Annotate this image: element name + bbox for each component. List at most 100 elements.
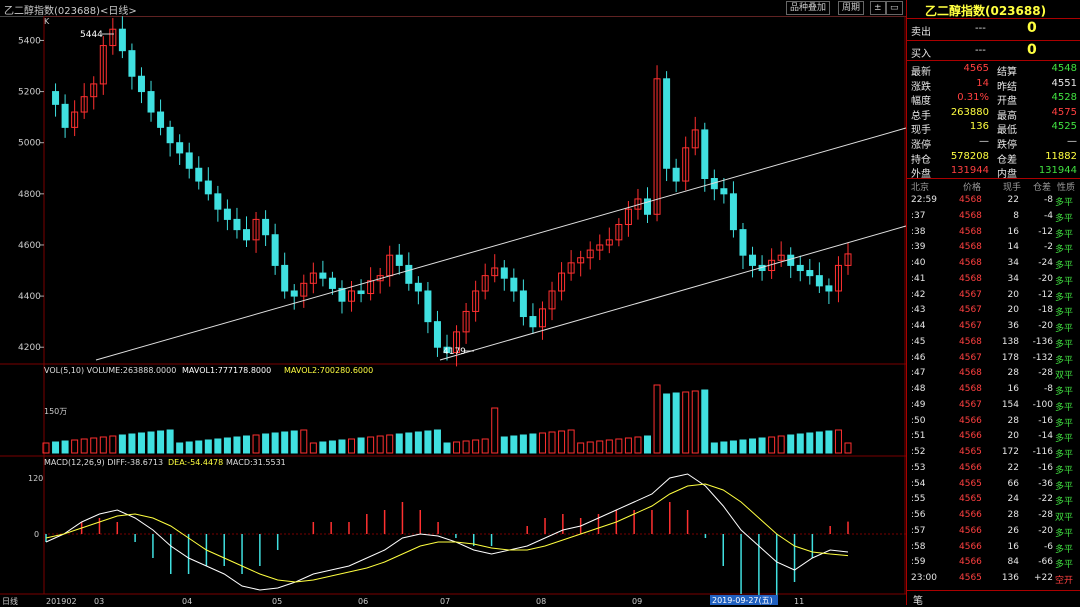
panel-title-bar: 乙二醇指数(023688) xyxy=(907,0,1080,19)
volume-bar xyxy=(720,441,728,454)
tick-price: 4568 xyxy=(959,195,982,205)
tick-time: :58 xyxy=(911,541,926,552)
tick-row[interactable]: 23:00 4565 136 +22 空开 xyxy=(907,571,1080,587)
zoom-button[interactable]: ± xyxy=(870,1,886,15)
tick-row[interactable]: :56 4566 28 -28 双平 xyxy=(907,508,1080,524)
tick-row[interactable]: :59 4566 84 -66 多平 xyxy=(907,555,1080,571)
tick-row[interactable]: :41 4568 34 -20 多平 xyxy=(907,272,1080,288)
candle-body xyxy=(128,50,136,77)
tick-row[interactable]: :54 4565 66 -36 多平 xyxy=(907,477,1080,493)
tick-oi-change: -16 xyxy=(1038,415,1053,426)
stats-row: 持仓 578208 仓差 11882 xyxy=(907,150,1080,166)
layout-button[interactable]: ▭ xyxy=(886,1,903,15)
stat-value: 578208 xyxy=(950,150,989,162)
tick-price: 4566 xyxy=(959,541,982,552)
volume-bar xyxy=(624,437,632,454)
tick-header-cell: 仓差 xyxy=(1033,183,1052,193)
volume-bar xyxy=(682,391,690,454)
stat-value: 4565 xyxy=(963,63,989,74)
volume-bar xyxy=(281,431,289,454)
tick-row[interactable]: :39 4568 14 -2 多平 xyxy=(907,240,1080,256)
date-label: 09 xyxy=(632,597,642,605)
tick-row[interactable]: :50 4566 28 -16 多平 xyxy=(907,414,1080,430)
tick-row[interactable]: :51 4566 20 -14 多平 xyxy=(907,429,1080,445)
volume-bar xyxy=(691,390,699,454)
kline-chart[interactable]: K 5400 5200 5000 4800 4600 4400 4200 5444 4179… xyxy=(0,16,906,605)
tick-price: 4567 xyxy=(959,289,982,300)
candle-body xyxy=(204,180,212,195)
tick-row[interactable]: :58 4566 16 -6 多平 xyxy=(907,540,1080,556)
tick-row[interactable]: :52 4565 172 -116 多平 xyxy=(907,445,1080,461)
candle-body xyxy=(720,188,728,195)
tick-time: :59 xyxy=(911,557,926,568)
high-label: 5444 xyxy=(80,30,103,40)
volume-bar xyxy=(195,440,203,454)
tick-row[interactable]: :45 4568 138 -136 多平 xyxy=(907,335,1080,351)
tick-oi-change: -20 xyxy=(1038,321,1053,331)
tick-nature: 多平 xyxy=(1055,339,1074,350)
tick-row[interactable]: :46 4567 178 -132 多平 xyxy=(907,351,1080,367)
tick-oi-change: -4 xyxy=(1044,210,1053,221)
tick-row[interactable]: :37 4568 8 -4 多平 xyxy=(907,209,1080,225)
volume-bar xyxy=(615,438,623,454)
sell-volume: 0 xyxy=(1027,20,1037,36)
volume-bar xyxy=(596,440,604,454)
tick-oi-change: -12 xyxy=(1038,226,1053,237)
tick-time: :55 xyxy=(911,494,926,505)
candle-body xyxy=(223,208,231,220)
date-label: 08 xyxy=(536,597,546,605)
tick-header-cell: 价格 xyxy=(963,183,982,193)
tick-row[interactable]: :55 4565 24 -22 多平 xyxy=(907,492,1080,508)
tick-row[interactable]: :48 4568 16 -8 多平 xyxy=(907,382,1080,398)
volume-bar xyxy=(739,439,747,454)
date-label: 03 xyxy=(94,597,104,605)
tick-nature: 空开 xyxy=(1055,576,1074,586)
candle-body xyxy=(195,167,203,182)
tick-row[interactable]: :44 4567 36 -20 多平 xyxy=(907,319,1080,335)
window-title-bar: 乙二醇指数(023688)<日线> 品种叠加 周期 ± ▭ xyxy=(0,0,906,17)
tick-time: :45 xyxy=(911,336,926,347)
tick-row[interactable]: :42 4567 20 -12 多平 xyxy=(907,288,1080,304)
candle-body xyxy=(147,91,155,113)
cursor-date: 2019-09-27(五) xyxy=(712,596,773,605)
volume-bar xyxy=(71,439,79,454)
tick-price: 4568 xyxy=(959,273,982,284)
stats-row: 外盘 131944 内盘 131944 xyxy=(907,164,1080,180)
tick-price: 4568 xyxy=(959,258,982,268)
tick-list[interactable]: 22:59 4568 22 -8 多平:37 4568 8 -4 多平:38 4… xyxy=(907,193,1080,587)
tick-volume: 16 xyxy=(1007,226,1019,237)
volume-bar xyxy=(567,429,575,454)
candlesticks xyxy=(52,16,852,367)
price-tick-label: 4600 xyxy=(18,241,41,251)
tick-price: 4566 xyxy=(959,462,982,473)
stat-value: 131944 xyxy=(950,165,989,177)
tick-row[interactable]: :49 4567 154 -100 多平 xyxy=(907,398,1080,414)
buy-label: 买入 xyxy=(911,49,931,60)
tick-row[interactable]: :38 4568 16 -12 多平 xyxy=(907,225,1080,241)
candle-body xyxy=(701,129,709,179)
overlay-button[interactable]: 品种叠加 xyxy=(786,1,831,15)
tick-price: 4568 xyxy=(959,226,982,237)
tick-row[interactable]: :47 4568 28 -28 双平 xyxy=(907,366,1080,382)
tick-row[interactable]: :53 4566 22 -16 多平 xyxy=(907,461,1080,477)
tick-price: 4567 xyxy=(959,352,982,363)
volume-bar xyxy=(729,440,737,454)
quote-panel: 乙二醇指数(023688) 卖出 --- 0 买入 --- 0 最新 4565 … xyxy=(906,0,1080,607)
tick-row[interactable]: :43 4567 20 -18 多平 xyxy=(907,303,1080,319)
stats-row: 现手 136 最低 4525 xyxy=(907,120,1080,136)
tick-row[interactable]: :40 4568 34 -24 多平 xyxy=(907,256,1080,272)
candle-body xyxy=(290,290,298,297)
tick-price: 4567 xyxy=(959,321,982,331)
tick-price: 4567 xyxy=(959,305,982,316)
volume-bar xyxy=(834,429,842,454)
volume-bar xyxy=(433,429,441,454)
tick-row[interactable]: 22:59 4568 22 -8 多平 xyxy=(907,193,1080,209)
tick-volume: 178 xyxy=(1001,352,1019,363)
vol-header: VOL(5,10) VOLUME:263888.0000 xyxy=(44,366,176,375)
volume-bar xyxy=(319,441,327,454)
tick-row[interactable]: :57 4566 26 -20 多平 xyxy=(907,524,1080,540)
tick-oi-change: -20 xyxy=(1038,525,1053,536)
tick-time: :54 xyxy=(911,478,926,489)
period-button[interactable]: 周期 xyxy=(838,1,865,15)
stats-row: 涨停 — 跌停 — xyxy=(907,135,1080,151)
